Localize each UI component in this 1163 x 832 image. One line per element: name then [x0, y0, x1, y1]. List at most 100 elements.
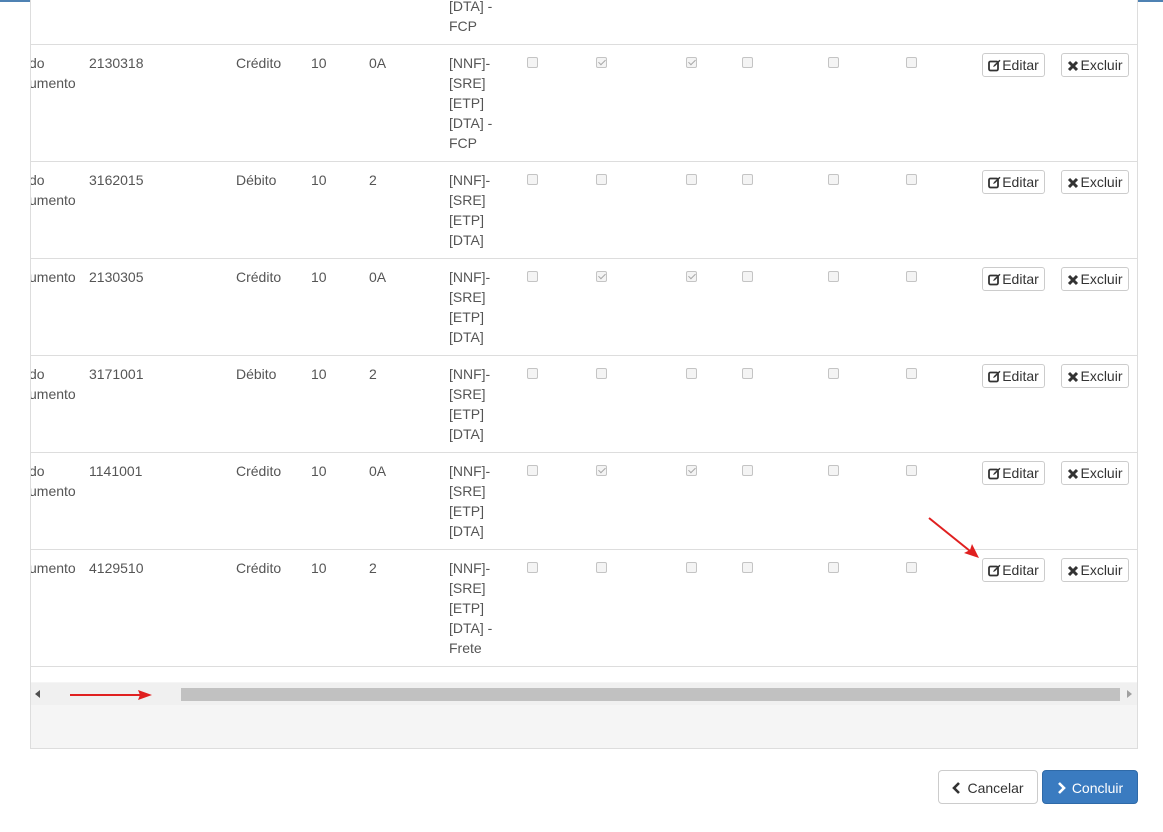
row-checkbox[interactable] [828, 368, 839, 379]
edit-button[interactable]: Editar [982, 364, 1045, 388]
row-checkbox[interactable] [742, 271, 753, 282]
tag-line: [SRE] [449, 75, 486, 91]
row-checkbox[interactable] [828, 174, 839, 185]
table-row: umento 4129510 Crédito 10 2 [NNF]- [SRE] [ETP][… [31, 549, 1137, 667]
tag-line: [DTA] - [449, 115, 493, 131]
code-suffix-cell: 0A [369, 269, 387, 285]
row-checkbox[interactable] [742, 465, 753, 476]
delete-label: Excluir [1080, 174, 1123, 190]
tag-line: [SRE] [449, 289, 486, 305]
edit-label: Editar [1002, 271, 1039, 287]
scroll-left-arrow-icon[interactable] [35, 690, 40, 698]
row-checkbox[interactable] [828, 465, 839, 476]
entry-type-cell: Crédito [236, 55, 282, 71]
description-cell: do umento [31, 461, 77, 501]
row-checkbox[interactable] [527, 368, 538, 379]
tag-line: [ETP] [449, 406, 485, 422]
edit-button[interactable]: Editar [982, 558, 1045, 582]
description-line: umento [31, 192, 76, 208]
times-icon [1068, 565, 1079, 577]
annotation-arrow-edit [928, 517, 979, 558]
code-suffix-cell: 2 [369, 172, 377, 188]
row-checkbox[interactable] [527, 57, 538, 68]
delete-button[interactable]: Excluir [1061, 461, 1129, 485]
delete-button[interactable]: Excluir [1061, 364, 1129, 388]
row-checkbox[interactable] [686, 465, 697, 476]
delete-label: Excluir [1080, 465, 1123, 481]
cancel-button[interactable]: Cancelar [938, 770, 1038, 804]
row-checkbox[interactable] [828, 562, 839, 573]
row-checkbox[interactable] [686, 174, 697, 185]
scroll-right-arrow-icon[interactable] [1127, 690, 1132, 698]
row-checkbox[interactable] [686, 271, 697, 282]
row-checkbox[interactable] [596, 465, 607, 476]
row-checkbox[interactable] [906, 57, 917, 68]
horizontal-scrollbar[interactable] [31, 683, 1137, 705]
row-checkbox[interactable] [828, 57, 839, 68]
times-icon [1068, 177, 1079, 189]
row-checkbox[interactable] [686, 57, 697, 68]
tag-line: [NNF]- [449, 366, 491, 382]
tag-line: [ETP] [449, 309, 485, 325]
tag-line: [NNF]- [449, 172, 491, 188]
account-code-cell: 2130318 [89, 55, 144, 71]
table-row: do umento 3162015 Débito 10 2 [NNF]- [SRE] [ETP]… [31, 161, 1137, 259]
row-checkbox[interactable] [742, 174, 753, 185]
row-checkbox[interactable] [527, 465, 538, 476]
row-checkbox[interactable] [686, 562, 697, 573]
row-checkbox[interactable] [906, 271, 917, 282]
row-checkbox[interactable] [527, 271, 538, 282]
delete-label: Excluir [1080, 562, 1123, 578]
edit-icon [988, 59, 1001, 72]
row-checkbox[interactable] [596, 271, 607, 282]
delete-label: Excluir [1080, 271, 1123, 287]
confirm-button[interactable]: Concluir [1042, 770, 1138, 804]
cancel-label: Cancelar [967, 780, 1024, 796]
description-cell: do umento [31, 53, 77, 93]
partial-row-tags: [DTA] - FCP [449, 0, 492, 36]
edit-button[interactable]: Editar [982, 53, 1045, 77]
description-line: umento [31, 386, 76, 402]
row-checkbox[interactable] [742, 562, 753, 573]
description-line: umento [31, 75, 76, 91]
tag-line: [ETP] [449, 95, 485, 111]
row-checkbox[interactable] [527, 562, 538, 573]
description-cell: umento [31, 267, 77, 287]
tag-line: FCP [449, 135, 477, 151]
table-row: do umento 3171001 Débito 10 2 [NNF]- [SRE] [ETP]… [31, 355, 1137, 453]
tag-line: [ETP] [449, 600, 485, 616]
row-checkbox[interactable] [596, 174, 607, 185]
edit-label: Editar [1002, 465, 1039, 481]
edit-button[interactable]: Editar [982, 461, 1045, 485]
delete-button[interactable]: Excluir [1061, 170, 1129, 194]
row-checkbox[interactable] [906, 368, 917, 379]
row-checkbox[interactable] [906, 174, 917, 185]
tag-line: [NNF]- [449, 560, 491, 576]
delete-button[interactable]: Excluir [1061, 558, 1129, 582]
row-checkbox[interactable] [742, 368, 753, 379]
row-checkbox[interactable] [527, 174, 538, 185]
code-suffix-cell: 2 [369, 560, 377, 576]
row-checkbox[interactable] [596, 57, 607, 68]
tag-line: [ETP] [449, 503, 485, 519]
delete-button[interactable]: Excluir [1061, 53, 1129, 77]
edit-button[interactable]: Editar [982, 170, 1045, 194]
table-row: umento 2130305 Crédito 10 0A [NNF]- [SRE] [ETP]… [31, 258, 1137, 356]
row-checkbox[interactable] [742, 57, 753, 68]
scrollbar-thumb[interactable] [181, 688, 1120, 701]
row-checkbox[interactable] [906, 465, 917, 476]
edit-button[interactable]: Editar [982, 267, 1045, 291]
row-checkbox[interactable] [906, 562, 917, 573]
row-checkbox[interactable] [596, 368, 607, 379]
number-cell: 10 [311, 269, 327, 285]
row-checkbox[interactable] [596, 562, 607, 573]
tag-line: [DTA] [449, 523, 484, 539]
tag-line: [SRE] [449, 386, 486, 402]
chevron-left-icon [952, 782, 961, 794]
row-checkbox[interactable] [686, 368, 697, 379]
tag-line: [NNF]- [449, 463, 491, 479]
entry-type-cell: Crédito [236, 269, 282, 285]
delete-button[interactable]: Excluir [1061, 267, 1129, 291]
account-code-cell: 3171001 [89, 366, 144, 382]
row-checkbox[interactable] [828, 271, 839, 282]
